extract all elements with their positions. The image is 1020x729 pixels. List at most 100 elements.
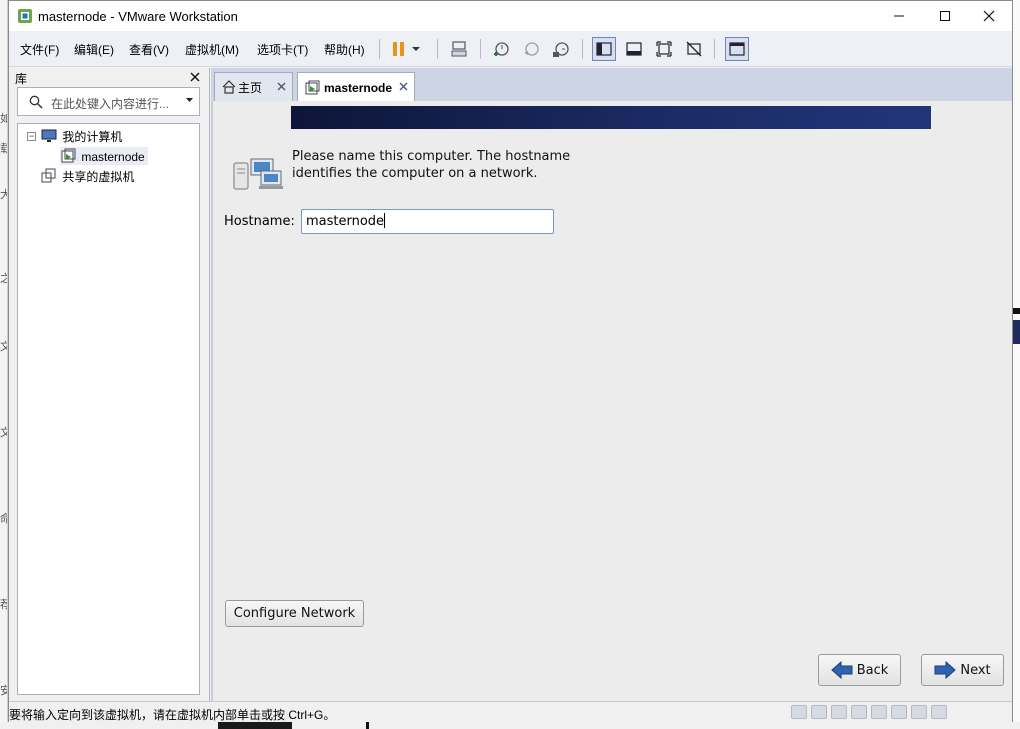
menu-edit[interactable]: 编辑(E) (74, 41, 114, 58)
library-tree: − 我的计算机 masternode 共享的虚拟机 (17, 123, 200, 695)
menu-help[interactable]: 帮助(H) (324, 41, 365, 58)
tree-expander[interactable]: − (27, 132, 36, 141)
close-icon (190, 72, 200, 82)
thumbnail-view-button[interactable] (622, 37, 646, 61)
tree-item-label: masternode (81, 150, 145, 164)
send-ctrl-alt-del-button[interactable] (447, 37, 471, 61)
cd-rom-icon[interactable] (811, 705, 827, 719)
usb-icon[interactable] (851, 705, 867, 719)
tree-item-shared-vms[interactable]: 共享的虚拟机 (41, 168, 134, 185)
hard-disk-icon[interactable] (791, 705, 807, 719)
vmware-app-icon (18, 9, 32, 23)
maximize-icon (940, 11, 950, 21)
background-window-bottom (0, 722, 1020, 729)
hostname-value: masternode (306, 214, 385, 229)
menu-vm[interactable]: 虚拟机(M) (185, 41, 239, 58)
unity-icon (686, 41, 702, 57)
toolbar-separator (714, 39, 715, 59)
hostname-input[interactable]: masternode (301, 209, 554, 234)
sound-icon[interactable] (871, 705, 887, 719)
maximize-button[interactable] (922, 1, 968, 31)
installer-banner (291, 106, 931, 129)
fullscreen-button[interactable] (652, 37, 676, 61)
toolbar-separator (379, 39, 380, 59)
library-search-input[interactable]: 在此处键入内容进行... (17, 87, 200, 116)
tab-close-button[interactable] (277, 79, 286, 94)
message-icon[interactable] (911, 705, 927, 719)
menu-tabs[interactable]: 选项卡(T) (257, 41, 308, 58)
console-view-button[interactable] (725, 37, 749, 61)
guest-screen[interactable]: Please name this computer. The hostname … (213, 101, 1012, 701)
back-label: Back (856, 662, 889, 678)
configure-network-button[interactable]: Configure Network (225, 600, 364, 627)
library-view-icon (596, 42, 612, 56)
menu-toolbar: 文件(F) 编辑(E) 查看(V) 虚拟机(M) 选项卡(T) 帮助(H) (9, 31, 1012, 67)
vm-icon (305, 80, 320, 94)
chevron-down-icon (412, 47, 420, 51)
tab-label: 主页 (238, 80, 263, 95)
tree-item-label: 共享的虚拟机 (62, 170, 135, 184)
close-icon (983, 10, 995, 22)
tree-item-masternode[interactable]: masternode (60, 147, 148, 165)
search-dropdown-button[interactable] (185, 96, 194, 107)
hostname-label: Hostname: (224, 214, 295, 229)
network-computer-icon (233, 158, 283, 190)
arrow-left-icon (830, 661, 853, 679)
next-label: Next (960, 662, 991, 678)
shared-vm-icon (41, 168, 56, 183)
status-bar: 要将输入定向到该虚拟机，请在虚拟机内部单击或按 Ctrl+G。 (9, 701, 1012, 722)
close-icon (277, 82, 286, 91)
window-title: masternode - VMware Workstation (38, 9, 238, 24)
snapshot-manager-icon (553, 42, 569, 57)
menu-view[interactable]: 查看(V) (129, 41, 169, 58)
console-view-icon (729, 42, 745, 56)
snapshot-take-icon (494, 42, 509, 56)
pause-icon (393, 42, 404, 56)
minimize-button[interactable] (876, 1, 922, 31)
resize-grip-icon (931, 705, 947, 719)
take-snapshot-button[interactable] (489, 37, 513, 61)
background-window-right (1013, 0, 1020, 729)
power-dropdown-button[interactable] (409, 37, 423, 61)
send-keys-icon (451, 41, 467, 57)
tab-label: masternode (324, 80, 393, 95)
back-button[interactable]: Back (818, 654, 901, 686)
vm-icon (61, 148, 76, 163)
revert-snapshot-button[interactable] (519, 37, 543, 61)
library-title: 库 (15, 72, 28, 86)
next-button[interactable]: Next (921, 654, 1004, 686)
fullscreen-icon (656, 41, 672, 57)
tab-home[interactable]: 主页 (214, 72, 293, 101)
hostname-instructions: Please name this computer. The hostname … (292, 149, 571, 181)
search-placeholder: 在此处键入内容进行... (51, 97, 170, 111)
toolbar-separator (437, 39, 438, 59)
snapshot-manager-button[interactable] (549, 37, 573, 61)
close-window-button[interactable] (966, 1, 1012, 31)
pause-button[interactable] (387, 37, 411, 61)
network-adapter-icon[interactable] (831, 705, 847, 719)
close-icon (399, 82, 408, 91)
tab-bar: 主页 masternode (211, 68, 1012, 102)
toolbar-separator (480, 39, 481, 59)
text-caret (384, 213, 386, 228)
unity-button[interactable] (682, 37, 706, 61)
arrow-right-icon (934, 661, 957, 679)
display-icon[interactable] (891, 705, 907, 719)
status-text: 要将输入定向到该虚拟机，请在虚拟机内部单击或按 Ctrl+G。 (9, 708, 336, 722)
chevron-down-icon (186, 98, 193, 102)
tab-close-button[interactable] (399, 79, 408, 94)
vmware-window: masternode - VMware Workstation 文件(F) 编辑… (8, 0, 1013, 722)
background-window-left: 如 载 大 之 文 文 命 荐 安 (0, 0, 8, 729)
configure-network-label: Configure Network (233, 606, 356, 621)
title-bar: masternode - VMware Workstation (9, 1, 1012, 31)
home-icon (222, 80, 236, 94)
library-view-button[interactable] (592, 37, 616, 61)
snapshot-revert-icon (524, 42, 539, 56)
library-close-button[interactable] (190, 68, 200, 85)
tree-item-label: 我的计算机 (62, 130, 123, 144)
tab-masternode[interactable]: masternode (297, 72, 415, 102)
computer-icon (41, 129, 57, 142)
device-status-icons (791, 705, 947, 719)
tree-item-my-computer[interactable]: 我的计算机 (41, 128, 122, 145)
menu-file[interactable]: 文件(F) (20, 41, 59, 58)
